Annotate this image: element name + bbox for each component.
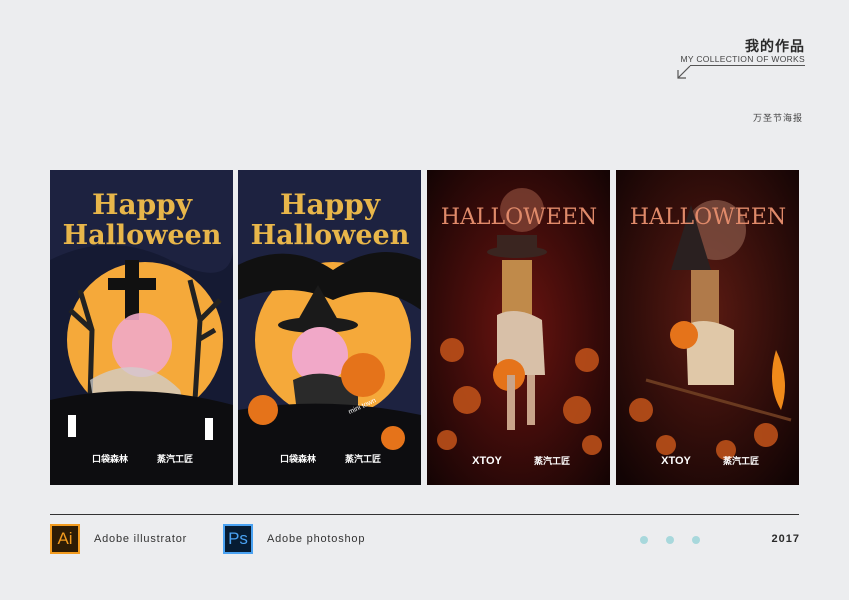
pagination-dots <box>640 536 700 544</box>
poster-3-logo-right: 蒸汽工匠 <box>534 455 570 466</box>
tool-illustrator: Ai Adobe illustrator <box>50 524 187 554</box>
tool-name-photoshop: Adobe photoshop <box>267 533 366 545</box>
poster-1-logo-left: 口袋森林 <box>92 453 129 464</box>
year-label: 2017 <box>771 533 800 545</box>
poster-halloween-3d-1[interactable]: HALLOWEEN XTOY 蒸汽工匠 <box>427 170 610 485</box>
poster-4-title: HALLOWEEN <box>630 205 786 230</box>
header-divider <box>690 65 805 66</box>
poster-2-title-line2: Halloween <box>251 220 410 251</box>
poster-3-title: HALLOWEEN <box>441 205 597 230</box>
dot-icon <box>640 536 648 544</box>
poster-happy-halloween-1[interactable]: Happy Halloween 口袋森林 蒸汽工匠 <box>50 170 233 485</box>
poster-1-logo-right: 蒸汽工匠 <box>157 453 193 464</box>
poster-1-title-line1: Happy <box>92 188 193 221</box>
poster-4-logo-left: XTOY <box>661 455 691 467</box>
poster-happy-halloween-2[interactable]: mini town Happy Halloween 口袋森林 蒸汽工匠 <box>238 170 421 485</box>
dot-icon <box>666 536 674 544</box>
photoshop-icon: Ps <box>223 524 253 554</box>
footer-divider <box>50 514 799 515</box>
header-subtitle: MY COLLECTION OF WORKS <box>680 54 805 64</box>
dot-icon <box>692 536 700 544</box>
poster-3-logo-left: XTOY <box>472 455 502 467</box>
illustrator-icon: Ai <box>50 524 80 554</box>
category-label: 万圣节海报 <box>752 113 803 123</box>
tool-name-illustrator: Adobe illustrator <box>94 533 188 545</box>
poster-4-logo-right: 蒸汽工匠 <box>723 455 759 466</box>
poster-2-logo-right: 蒸汽工匠 <box>345 453 381 464</box>
corner-arrow-icon <box>677 65 691 79</box>
poster-2-logo-left: 口袋森林 <box>280 453 317 464</box>
poster-1-title-line2: Halloween <box>63 220 222 251</box>
poster-2-title-line1: Happy <box>280 188 381 221</box>
tool-photoshop: Ps Adobe photoshop <box>223 524 365 554</box>
poster-gallery: Happy Halloween 口袋森林 蒸汽工匠 mini town Happ… <box>50 170 800 485</box>
header-title: 我的作品 <box>745 38 805 54</box>
poster-halloween-3d-2[interactable]: HALLOWEEN XTOY 蒸汽工匠 <box>616 170 799 485</box>
